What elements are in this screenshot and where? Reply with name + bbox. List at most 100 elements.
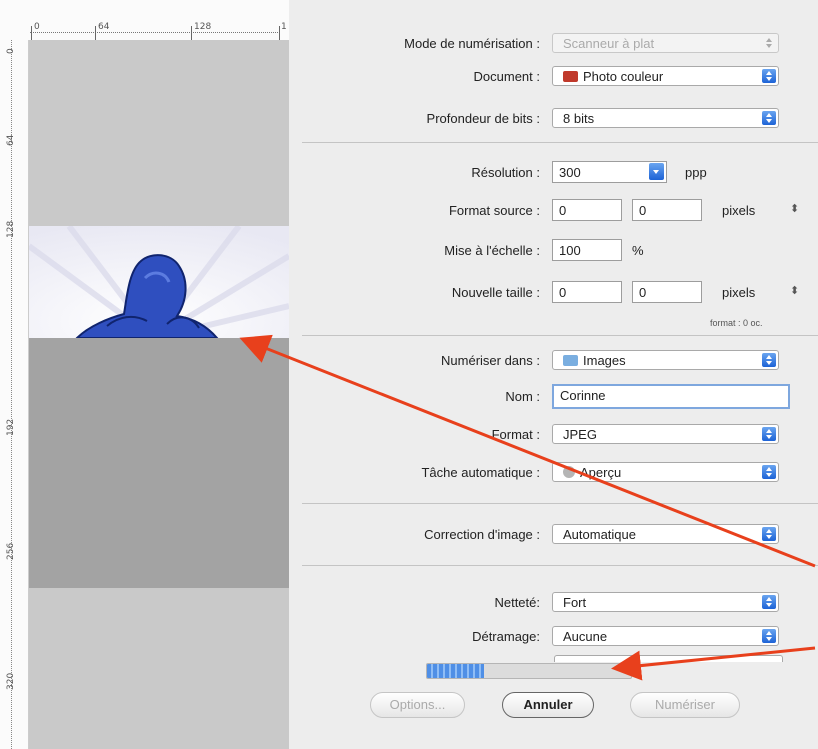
name-label: Nom : [505, 389, 540, 404]
scan-progress-bar [426, 663, 632, 679]
format-value: JPEG [563, 427, 597, 442]
left-ruler: 0 64 128 192 256 320 [0, 40, 29, 749]
scan-button[interactable]: Numériser [630, 692, 740, 718]
ruler-label: 192 [6, 418, 16, 436]
new-height-field[interactable]: 0 [632, 281, 702, 303]
new-size-unit: pixels [722, 285, 756, 300]
bit-depth-label: Profondeur de bits : [426, 111, 540, 126]
ruler-label: 0 [34, 22, 40, 32]
ruler-label: 64 [6, 134, 16, 146]
scan-settings-pane: Mode de numérisation : Scanneur à plat D… [290, 0, 818, 749]
auto-task-popup[interactable]: Aperçu [552, 462, 779, 482]
options-button[interactable]: Options... [370, 692, 465, 718]
preview-background [29, 588, 289, 749]
chevron-updown-icon [762, 629, 776, 643]
source-width-field[interactable]: 0 [552, 199, 622, 221]
format-label: Format : [491, 427, 540, 442]
auto-task-row: Tâche automatique : Aperçu [290, 460, 818, 486]
app-icon [563, 466, 575, 478]
image-correction-popup[interactable]: Automatique [552, 524, 779, 544]
new-width-field[interactable]: 0 [552, 281, 622, 303]
source-height-field[interactable]: 0 [632, 199, 702, 221]
resolution-label: Résolution : [471, 165, 540, 180]
auto-task-label: Tâche automatique : [421, 465, 540, 480]
sharpness-popup[interactable]: Fort [552, 592, 779, 612]
chevron-updown-icon [762, 69, 776, 83]
chevron-updown-icon [762, 527, 776, 541]
sharpness-value: Fort [563, 595, 587, 610]
format-popup[interactable]: JPEG [552, 424, 779, 444]
folder-icon [563, 355, 578, 366]
new-size-label: Nouvelle taille : [451, 285, 540, 300]
chevron-updown-icon [762, 353, 776, 367]
chevron-updown-icon [762, 465, 776, 479]
scale-field[interactable]: 100 [552, 239, 622, 261]
sharpness-label: Netteté: [494, 595, 540, 610]
blue-figure-drawing [29, 226, 289, 338]
scan-to-row: Numériser dans : Images [290, 348, 818, 374]
partially-hidden-popup [554, 655, 783, 662]
chevron-down-icon[interactable] [649, 163, 664, 180]
divider [302, 142, 818, 143]
scan-mode-popup: Scanneur à plat [552, 33, 779, 53]
scan-to-label: Numériser dans : [441, 353, 540, 368]
descreen-popup[interactable]: Aucune [552, 626, 779, 646]
resolution-unit: ppp [685, 165, 707, 180]
ruler-label: 256 [6, 542, 16, 560]
ruler-label: 320 [6, 672, 16, 690]
name-field[interactable]: Corinne [552, 384, 790, 409]
preview-background [29, 40, 289, 226]
document-label: Document : [473, 69, 540, 84]
bit-depth-row: Profondeur de bits : 8 bits [290, 106, 818, 132]
name-row: Nom : Corinne [290, 384, 818, 410]
unit-stepper-icon[interactable]: ⬍ [790, 202, 799, 215]
document-popup[interactable]: Photo couleur [552, 66, 779, 86]
chevron-updown-icon [762, 36, 776, 50]
scan-to-popup[interactable]: Images [552, 350, 779, 370]
chevron-updown-icon [762, 595, 776, 609]
ruler-label: 128 [6, 220, 16, 238]
bit-depth-popup[interactable]: 8 bits [552, 108, 779, 128]
scan-mode-label: Mode de numérisation : [404, 36, 540, 51]
descreen-label: Détramage: [472, 629, 540, 644]
chevron-updown-icon [762, 427, 776, 441]
scan-mode-row: Mode de numérisation : Scanneur à plat [290, 31, 818, 57]
descreen-row: Détramage: Aucune [290, 624, 818, 650]
source-format-row: Format source : 0 0 pixels ⬍ [290, 198, 818, 224]
document-value: Photo couleur [583, 69, 664, 84]
image-correction-label: Correction d'image : [424, 527, 540, 542]
source-format-label: Format source : [448, 203, 540, 218]
ruler-label: 0 [6, 48, 16, 54]
image-correction-value: Automatique [563, 527, 636, 542]
bit-depth-value: 8 bits [563, 111, 595, 126]
scan-to-value: Images [583, 353, 626, 368]
ruler-label: 1 [281, 22, 287, 32]
chevron-updown-icon [762, 111, 776, 125]
source-format-unit: pixels [722, 203, 756, 218]
photo-icon [563, 71, 578, 82]
resolution-row: Résolution : 300 ppp [290, 160, 818, 186]
scanned-image-preview[interactable] [29, 226, 289, 338]
scale-label: Mise à l'échelle : [444, 243, 540, 258]
unit-stepper-icon[interactable]: ⬍ [790, 284, 799, 297]
format-row: Format : JPEG [290, 422, 818, 448]
progress-fill [427, 664, 485, 678]
resolution-combo[interactable]: 300 [552, 161, 667, 183]
new-size-row: Nouvelle taille : 0 0 pixels ⬍ [290, 280, 818, 306]
divider [302, 565, 818, 566]
sharpness-row: Netteté: Fort [290, 590, 818, 616]
scale-row: Mise à l'échelle : 100 % [290, 238, 818, 264]
descreen-value: Aucune [563, 629, 608, 644]
divider [302, 335, 818, 336]
scan-area-selection[interactable] [29, 338, 289, 588]
ruler-label: 128 [194, 22, 212, 32]
image-correction-row: Correction d'image : Automatique [290, 522, 818, 548]
divider [302, 503, 818, 504]
file-size-note: format : 0 oc. [710, 318, 763, 328]
cancel-button[interactable]: Annuler [502, 692, 594, 718]
ruler-label: 64 [98, 22, 110, 32]
scan-preview-pane: 0 64 128 1 0 64 128 192 256 320 [0, 0, 289, 749]
document-row: Document : Photo couleur [290, 64, 818, 90]
auto-task-value: Aperçu [580, 465, 622, 480]
top-ruler: 0 64 128 1 [0, 0, 289, 41]
